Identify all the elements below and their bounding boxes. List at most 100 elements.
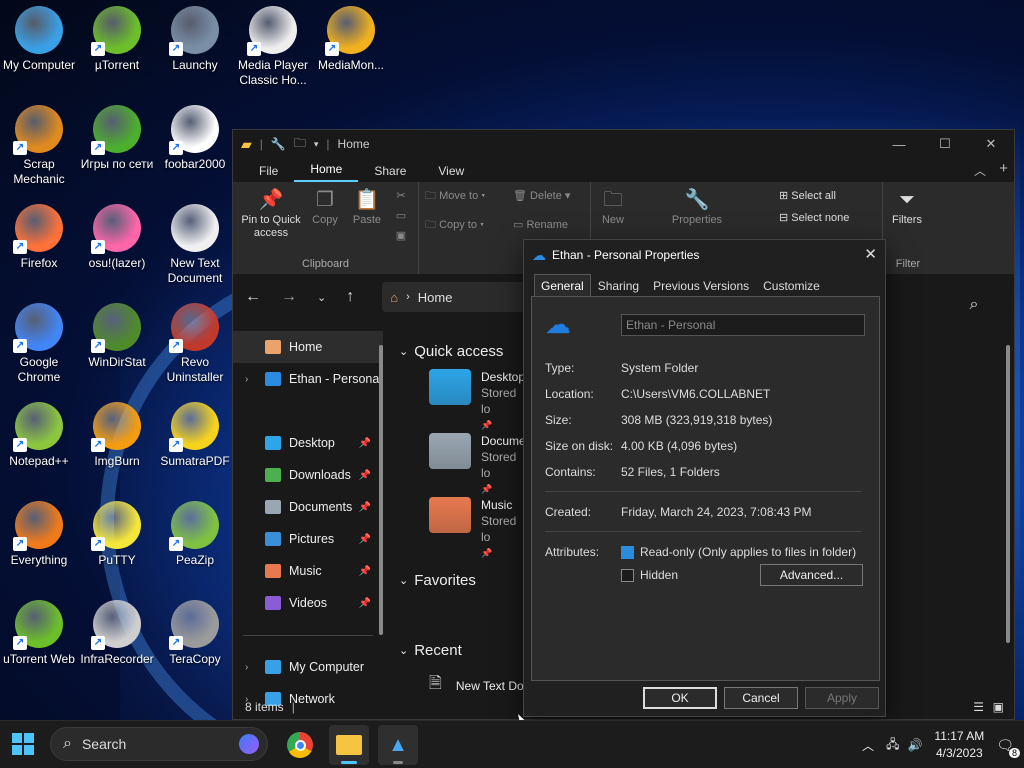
details-view-icon[interactable]: ☰ bbox=[973, 700, 984, 714]
desktop-icon[interactable]: ↗ µTorrent bbox=[78, 6, 156, 73]
close-button[interactable]: ✕ bbox=[968, 130, 1014, 158]
minimize-button[interactable]: — bbox=[876, 130, 922, 158]
ribbon-collapse-icon[interactable]: ︿ bbox=[974, 162, 986, 179]
cancel-button[interactable]: Cancel bbox=[724, 687, 798, 709]
hidden-checkbox[interactable]: Hidden bbox=[621, 568, 678, 582]
paste-button[interactable]: 📋 Paste bbox=[349, 186, 385, 227]
desktop-icon[interactable]: ↗ Google Chrome bbox=[0, 303, 78, 385]
apply-button[interactable]: Apply bbox=[805, 687, 879, 709]
copy-to-button[interactable]: 🗀 Copy to ▾ bbox=[425, 219, 484, 232]
desktop-icon[interactable]: ↗ Media Player Classic Ho... bbox=[234, 6, 312, 88]
desktop-icon[interactable]: ↗ TeraCopy bbox=[156, 600, 234, 667]
tab-general[interactable]: General bbox=[534, 274, 591, 297]
tab-share[interactable]: Share bbox=[358, 164, 422, 182]
dialog-close-button[interactable]: ✕ bbox=[864, 245, 877, 263]
pin-to-quick-access-button[interactable]: 📌 Pin to Quick access bbox=[239, 186, 303, 240]
desktop-icon[interactable]: ↗ MediaMon... bbox=[312, 6, 390, 73]
notification-icon[interactable]: 🗨 8 bbox=[996, 737, 1020, 758]
advanced-button[interactable]: Advanced... bbox=[760, 564, 863, 586]
tab-customize[interactable]: Customize bbox=[756, 274, 827, 297]
desktop-icon[interactable]: ↗ ImgBurn bbox=[78, 402, 156, 469]
desktop-icon[interactable]: ↗ SumatraPDF bbox=[156, 402, 234, 469]
taskbar-chrome[interactable] bbox=[280, 725, 320, 765]
chevron-right-icon[interactable]: › bbox=[245, 662, 248, 673]
desktop-icon[interactable]: ↗ PuTTY bbox=[78, 501, 156, 568]
properties-button[interactable]: 🔧 Properties bbox=[669, 186, 725, 227]
copy-button[interactable]: ❐ Copy bbox=[307, 186, 343, 227]
tab-previous-versions[interactable]: Previous Versions bbox=[646, 274, 756, 297]
tab-file[interactable]: File bbox=[243, 164, 294, 182]
address-bar[interactable]: ⌂ › Home bbox=[382, 282, 533, 312]
ok-button[interactable]: OK bbox=[643, 687, 717, 709]
readonly-checkbox[interactable]: Read-only (Only applies to files in fold… bbox=[621, 545, 856, 559]
desktop-icon[interactable]: ↗ Игры по сети bbox=[78, 105, 156, 172]
desktop-icon[interactable]: ↗ uTorrent Web bbox=[0, 600, 78, 667]
nav-scrollbar[interactable] bbox=[379, 345, 383, 635]
quick-access-header[interactable]: ⌄ Quick access bbox=[391, 339, 526, 363]
desktop-icon[interactable]: ↗ foobar2000 bbox=[156, 105, 234, 172]
desktop-icon[interactable]: ↗ osu!(lazer) bbox=[78, 204, 156, 271]
quick-access-item[interactable]: Docume Stored lo 📌 bbox=[391, 427, 526, 494]
chevron-right-icon[interactable]: › bbox=[245, 374, 248, 385]
forward-arrow-icon[interactable]: → bbox=[281, 288, 297, 306]
search-icon[interactable]: ⌕ bbox=[956, 290, 992, 320]
desktop-icon[interactable]: ↗ Launchy bbox=[156, 6, 234, 73]
tiles-view-icon[interactable]: ▣ bbox=[993, 700, 1004, 714]
desktop-icon[interactable]: ↗ Scrap Mechanic bbox=[0, 105, 78, 187]
cut-icon[interactable]: ✂ ▭ ▣ bbox=[391, 186, 411, 246]
quick-access-item[interactable]: Music Stored lo 📌 bbox=[391, 491, 526, 558]
nav-item[interactable]: Desktop 📌 bbox=[233, 427, 383, 459]
desktop-icon[interactable]: ↗ PeaZip bbox=[156, 501, 234, 568]
desktop-icon[interactable]: ↗ Notepad++ bbox=[0, 402, 78, 469]
nav-item[interactable]: Downloads 📌 bbox=[233, 459, 383, 491]
up-arrow-icon[interactable]: ↑ bbox=[346, 288, 354, 306]
tab-sharing[interactable]: Sharing bbox=[591, 274, 646, 297]
maximize-button[interactable]: ☐ bbox=[922, 130, 968, 158]
quick-access-item[interactable]: Desktop Stored lo 📌 bbox=[391, 363, 526, 430]
nav-item[interactable]: Pictures 📌 bbox=[233, 523, 383, 555]
select-none-button[interactable]: ⊟ Select none bbox=[779, 212, 849, 225]
rename-button[interactable]: ▭ Rename bbox=[513, 219, 568, 232]
nav-item[interactable]: Videos 📌 bbox=[233, 587, 383, 619]
content-scrollbar[interactable] bbox=[1006, 345, 1010, 643]
network-icon[interactable]: 🖧 bbox=[886, 735, 899, 756]
tab-home[interactable]: Home bbox=[294, 162, 359, 182]
nav-item[interactable]: Home bbox=[233, 331, 383, 363]
volume-icon[interactable]: 🔊 bbox=[907, 738, 922, 752]
desktop-icon[interactable]: ↗ Revo Uninstaller bbox=[156, 303, 234, 385]
move-to-button[interactable]: 🗀 Move to ▾ bbox=[425, 190, 485, 203]
taskbar-search[interactable]: ⌕ Search bbox=[50, 727, 268, 761]
bing-chat-icon[interactable] bbox=[239, 734, 259, 754]
tab-view[interactable]: View bbox=[422, 164, 480, 182]
desktop-icon[interactable]: ↗ Firefox bbox=[0, 204, 78, 271]
properties-quick-icon[interactable]: 🔧 bbox=[271, 137, 286, 151]
new-folder-quick-icon[interactable]: 🗀 bbox=[294, 134, 306, 155]
nav-item[interactable]: › My Computer bbox=[233, 651, 383, 683]
recent-locations-chevron-icon[interactable]: ⌄ bbox=[317, 291, 326, 304]
clock[interactable]: 11:17 AM 4/3/2023 bbox=[934, 728, 984, 762]
desktop-icon[interactable]: ↗ WinDirStat bbox=[78, 303, 156, 370]
nav-item[interactable]: Music 📌 bbox=[233, 555, 383, 587]
downloads-icon bbox=[265, 468, 281, 482]
desktop-icon[interactable]: My Computer bbox=[0, 6, 78, 73]
delete-button[interactable]: 🗑 Delete ▾ bbox=[513, 190, 570, 203]
start-button[interactable] bbox=[12, 733, 34, 755]
chevron-up-icon[interactable]: ︿ bbox=[862, 737, 874, 754]
desktop-icon[interactable]: ↗ Everything bbox=[0, 501, 78, 568]
desktop-icon[interactable]: New Text Document bbox=[156, 204, 234, 286]
desktop-icon[interactable]: ↗ InfraRecorder bbox=[78, 600, 156, 667]
folder-name-field[interactable]: Ethan - Personal bbox=[621, 314, 865, 336]
nav-item[interactable]: Documents 📌 bbox=[233, 491, 383, 523]
filters-button[interactable]: ⏷ Filters bbox=[885, 186, 929, 227]
favorites-header[interactable]: ⌄ Favorites bbox=[391, 568, 526, 592]
nav-item[interactable]: › Ethan - Persona bbox=[233, 363, 383, 395]
new-tab-icon[interactable]: + bbox=[999, 160, 1008, 177]
select-all-button[interactable]: ⊞ Select all bbox=[779, 190, 836, 203]
property-row: Contains: 52 Files, 1 Folders bbox=[545, 465, 720, 479]
new-button[interactable]: 🗀 New bbox=[595, 186, 631, 227]
back-arrow-icon[interactable]: ← bbox=[245, 288, 261, 306]
taskbar-file-explorer[interactable] bbox=[329, 725, 369, 765]
chevron-down-icon[interactable]: ▾ bbox=[314, 139, 319, 150]
taskbar-app[interactable]: ▲ bbox=[378, 725, 418, 765]
recent-header[interactable]: ⌄ Recent bbox=[391, 638, 526, 662]
